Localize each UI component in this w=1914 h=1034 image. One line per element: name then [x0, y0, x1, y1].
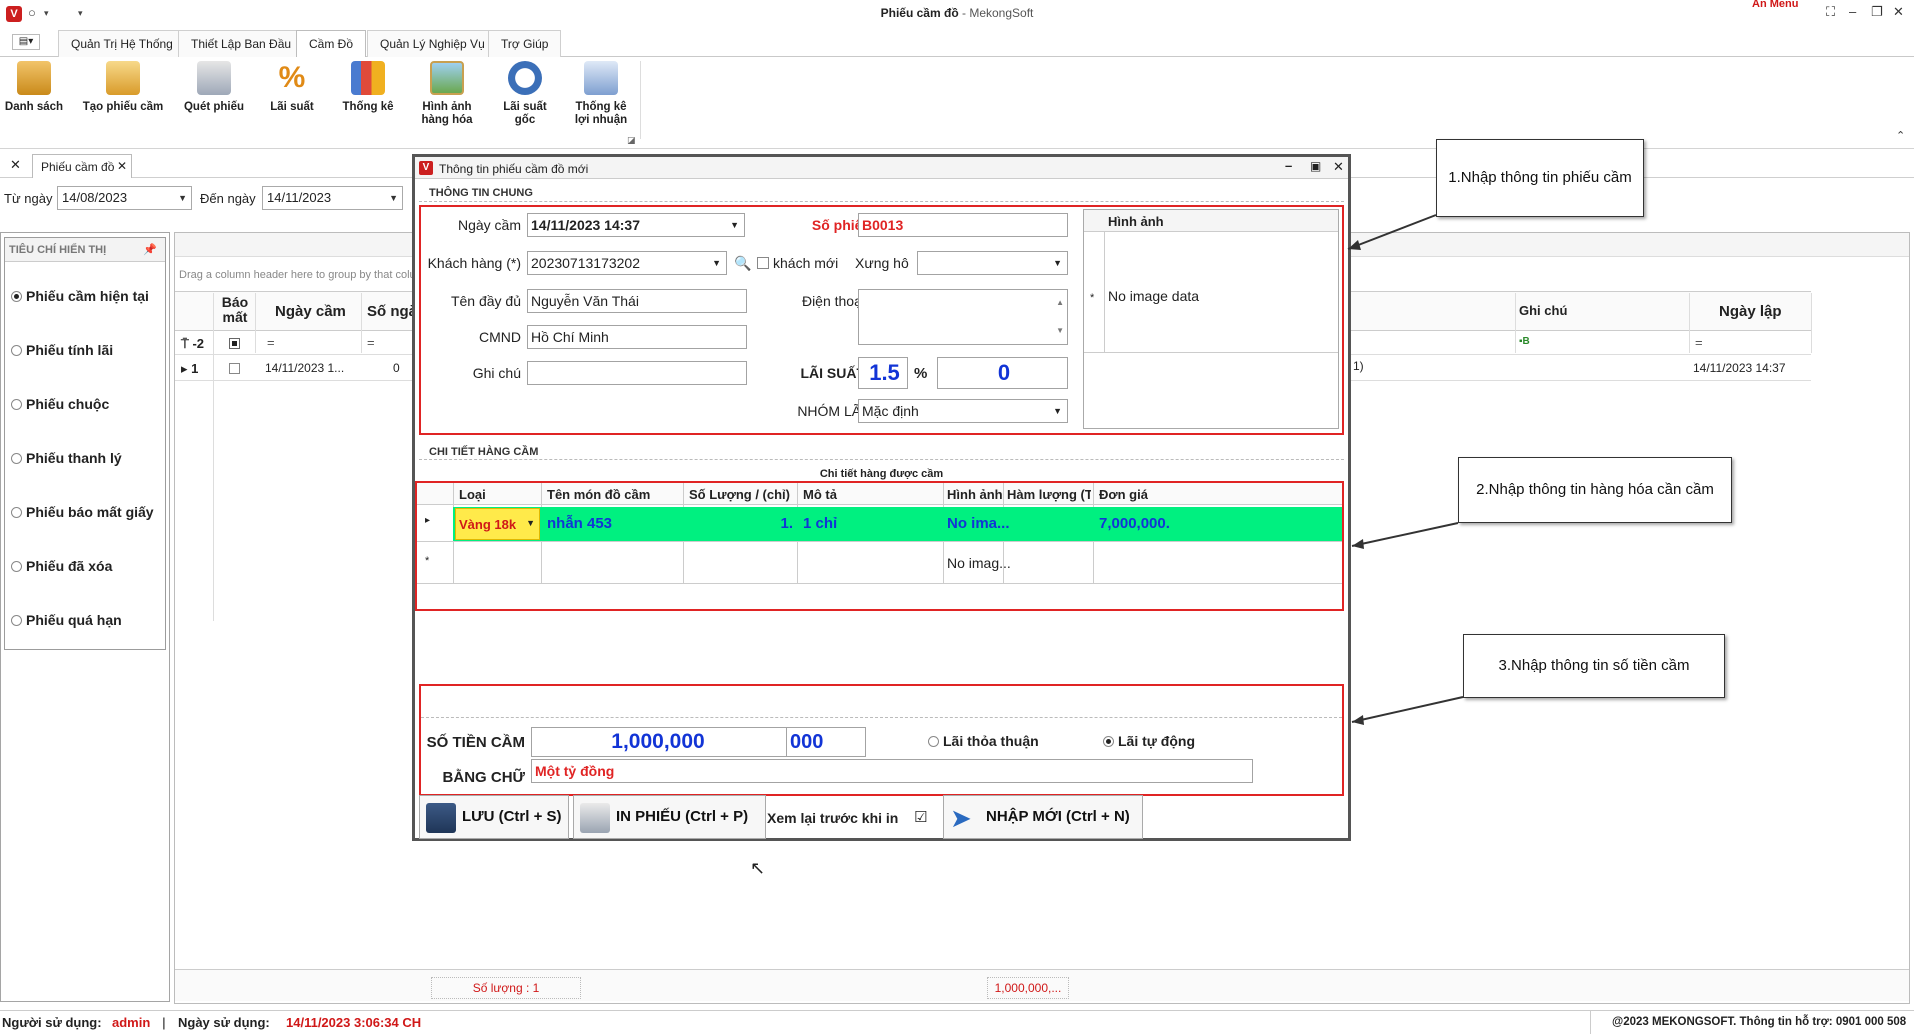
status-separator: |	[162, 1015, 166, 1030]
copyright-text: @2023 MEKONGSOFT. Thông tin hỗ trợ: 0901…	[1612, 1016, 1907, 1028]
date-label: Ngày sử dụng:	[178, 1015, 270, 1030]
status-bar: Người sử dụng: admin | Ngày sử dụng: 14/…	[0, 1010, 1914, 1034]
callout-arrow-head-2	[1352, 539, 1364, 549]
user-value: admin	[112, 1015, 151, 1030]
callout-3: 3.Nhập thông tin số tiền cầm	[1463, 634, 1725, 698]
date-value: 14/11/2023 3:06:34 CH	[286, 1015, 422, 1030]
callout-1: 1.Nhập thông tin phiếu cầm	[1436, 139, 1644, 217]
mouse-cursor-icon: ↖	[750, 858, 766, 878]
callout-2: 2.Nhập thông tin hàng hóa cần cầm	[1458, 457, 1732, 523]
callout-arrow-head-3	[1352, 715, 1364, 725]
callout-arrow-1	[1347, 214, 1437, 250]
user-label: Người sử dụng:	[2, 1015, 102, 1030]
callout-arrow-2	[1351, 522, 1459, 547]
callout-arrow-3	[1351, 696, 1464, 723]
callout-arrow-head-1	[1348, 240, 1361, 250]
